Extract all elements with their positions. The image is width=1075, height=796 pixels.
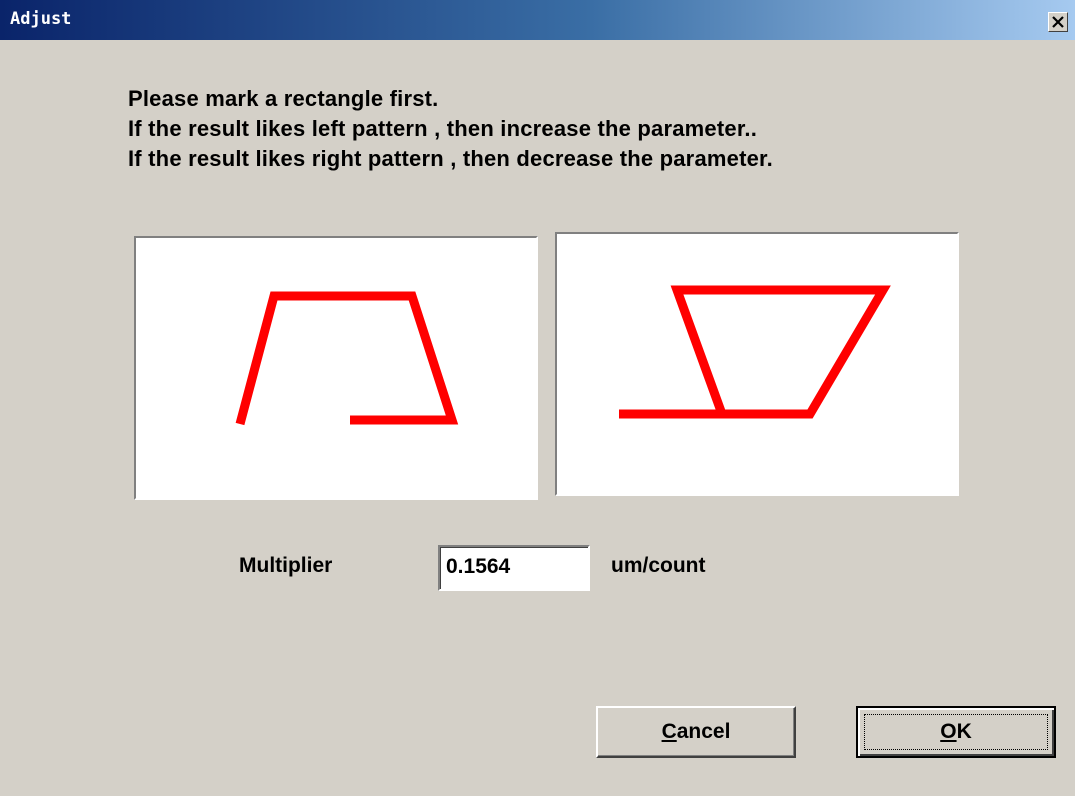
multiplier-unit-label: um/count bbox=[611, 554, 706, 577]
multiplier-label: Multiplier bbox=[239, 554, 333, 577]
left-pattern-figure bbox=[235, 291, 459, 426]
ok-button[interactable]: OK bbox=[856, 706, 1056, 758]
title-bar[interactable]: Adjust bbox=[0, 0, 1075, 40]
right-pattern-panel bbox=[555, 232, 959, 496]
window-title: Adjust bbox=[10, 9, 72, 29]
instruction-line-3: If the result likes right pattern , then… bbox=[128, 146, 773, 171]
focus-rectangle bbox=[864, 714, 1048, 750]
multiplier-input[interactable]: 0.1564 bbox=[438, 545, 590, 591]
right-pattern-figure bbox=[619, 285, 891, 419]
close-icon bbox=[1052, 16, 1064, 28]
cancel-button[interactable]: Cancel bbox=[596, 706, 796, 758]
instruction-line-1: Please mark a rectangle first. bbox=[128, 86, 439, 111]
instruction-line-2: If the result likes left pattern , then … bbox=[128, 116, 758, 141]
instructions: Please mark a rectangle first. If the re… bbox=[128, 84, 773, 174]
close-button[interactable] bbox=[1048, 12, 1068, 32]
left-pattern-panel bbox=[134, 236, 538, 500]
cancel-label: ancel bbox=[676, 720, 731, 743]
cancel-mnemonic: C bbox=[661, 720, 677, 743]
